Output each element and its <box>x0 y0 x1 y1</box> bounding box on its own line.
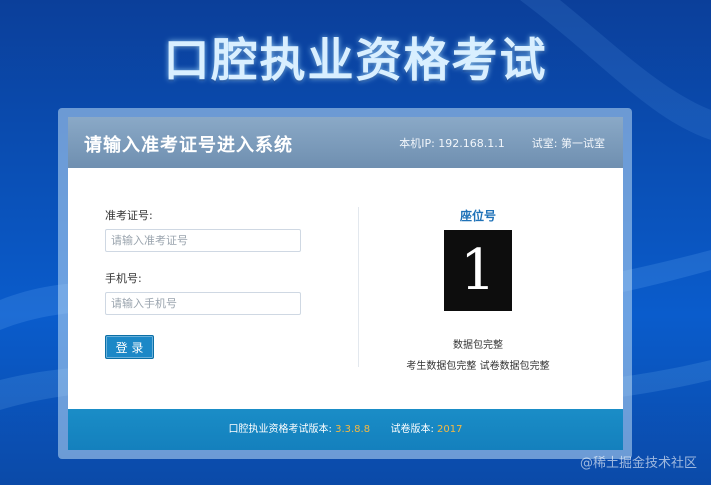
page-title: 口腔执业资格考试 <box>163 33 548 87</box>
watermark: @稀土掘金技术社区 <box>579 456 697 471</box>
ip-value: 192.168.1.1 <box>438 137 505 150</box>
login-panel: 请输入准考证号进入系统 本机IP: 192.168.1.1 试室: 第一试室 准… <box>68 117 623 450</box>
header-info: 本机IP: 192.168.1.1 试室: 第一试室 <box>399 135 605 151</box>
login-button[interactable]: 登 录 <box>105 335 154 359</box>
phone-input[interactable] <box>105 292 301 315</box>
seat-title: 座位号 <box>459 209 496 223</box>
ticket-label: 准考证号: <box>105 209 153 222</box>
paper-version-label: 试卷版本: <box>390 424 434 435</box>
paper-version-value: 2017 <box>437 424 463 435</box>
vertical-divider <box>358 207 359 367</box>
seat-panel: 座位号 1 数据包完整 考生数据包完整 试卷数据包完整 <box>398 207 558 372</box>
header-title: 请输入准考证号进入系统 <box>84 135 293 156</box>
version-value: 3.3.8.8 <box>335 424 371 435</box>
room-value: 第一试室 <box>561 137 605 150</box>
version-label: 口腔执业资格考试版本: <box>228 424 332 435</box>
seat-number: 1 <box>444 230 512 311</box>
package-detail-status: 考生数据包完整 试卷数据包完整 <box>406 361 550 372</box>
ip-label: 本机IP: <box>399 137 435 150</box>
room-label: 试室: <box>531 137 558 150</box>
ticket-number-input[interactable] <box>105 229 301 252</box>
phone-label: 手机号: <box>105 272 142 285</box>
panel-footer: 口腔执业资格考试版本: 3.3.8.8 试卷版本: 2017 <box>68 409 623 450</box>
package-status: 数据包完整 <box>453 340 503 351</box>
panel-header: 请输入准考证号进入系统 本机IP: 192.168.1.1 试室: 第一试室 <box>68 117 623 168</box>
login-form: 准考证号: 手机号: 登 录 <box>105 207 305 359</box>
